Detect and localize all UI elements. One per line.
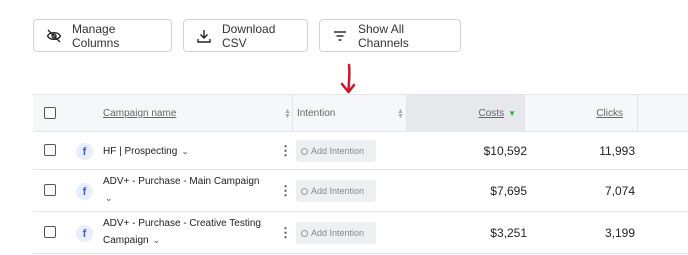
- clicks-cell: 7,074: [604, 184, 635, 198]
- chevron-down-icon[interactable]: ⌄: [153, 235, 161, 245]
- campaign-name[interactable]: HF | Prospecting ⌄: [103, 143, 273, 160]
- intention-header-label: Intention: [297, 108, 336, 119]
- table-row[interactable]: f ADV+ - Purchase - Creative Testing Cam…: [33, 212, 688, 254]
- add-intention-button[interactable]: Add Intention: [296, 222, 376, 244]
- row-checkbox[interactable]: [44, 226, 56, 238]
- chevron-down-icon[interactable]: ⌄: [105, 193, 113, 203]
- table-row[interactable]: f HF | Prospecting ⌄ ⋮ Add Intention $10,…: [33, 132, 688, 170]
- column-header-costs[interactable]: Costs ▼: [407, 95, 524, 132]
- circle-icon: [301, 229, 308, 237]
- table-header: Campaign name ▲ ▼ Intention ▲ ▼ Costs ▼ Cl…: [33, 94, 688, 132]
- eye-off-icon: [46, 29, 62, 42]
- table-row[interactable]: f ADV+ - Purchase - Main Campaign ⌄ ⋮ Add…: [33, 170, 688, 212]
- annotation-arrow-icon: [340, 63, 356, 94]
- filter-icon: [334, 30, 346, 41]
- circle-icon: [301, 187, 308, 195]
- column-header-intention[interactable]: Intention: [297, 95, 335, 132]
- column-divider[interactable]: [637, 95, 638, 132]
- facebook-icon: f: [76, 143, 93, 160]
- more-options-icon[interactable]: ⋮: [279, 144, 292, 157]
- sort-arrows-icon[interactable]: ▲ ▼: [284, 108, 291, 120]
- clicks-header-label: Clicks: [596, 108, 623, 119]
- chevron-down-icon[interactable]: ⌄: [181, 146, 189, 156]
- column-header-clicks[interactable]: Clicks: [525, 95, 623, 132]
- costs-cell: $10,592: [483, 144, 527, 158]
- campaign-name[interactable]: ADV+ - Purchase - Main Campaign ⌄: [103, 174, 273, 207]
- row-checkbox[interactable]: [44, 184, 56, 196]
- manage-columns-label: Manage Columns: [72, 21, 120, 50]
- campaign-name-text: HF | Prospecting: [103, 146, 178, 157]
- campaign-name-text: ADV+ - Purchase - Creative Testing Campa…: [103, 218, 261, 246]
- costs-header-label: Costs: [478, 108, 505, 119]
- add-intention-label: Add Intention: [311, 228, 365, 238]
- select-all-checkbox[interactable]: [44, 107, 56, 119]
- column-header-campaign-name[interactable]: Campaign name: [103, 95, 176, 132]
- manage-columns-button[interactable]: Manage Columns: [33, 19, 172, 52]
- show-all-channels-button[interactable]: Show All Channels: [319, 19, 461, 52]
- add-intention-button[interactable]: Add Intention: [296, 180, 376, 202]
- campaign-name[interactable]: ADV+ - Purchase - Creative Testing Campa…: [103, 216, 273, 249]
- show-all-channels-label: Show All Channels: [358, 21, 409, 50]
- add-intention-label: Add Intention: [311, 186, 365, 196]
- more-options-icon[interactable]: ⋮: [279, 226, 292, 239]
- facebook-icon: f: [76, 225, 93, 242]
- row-checkbox[interactable]: [44, 144, 56, 156]
- download-csv-button[interactable]: Download CSV: [183, 19, 308, 52]
- column-divider[interactable]: [292, 95, 293, 132]
- campaign-name-text: ADV+ - Purchase - Main Campaign: [103, 176, 260, 187]
- campaign-name-header-label: Campaign name: [103, 108, 177, 119]
- costs-cell: $7,695: [490, 184, 527, 198]
- download-icon: [197, 29, 211, 43]
- clicks-cell: 11,993: [599, 144, 635, 158]
- circle-icon: [301, 147, 308, 155]
- download-csv-label: Download CSV: [222, 21, 276, 50]
- add-intention-button[interactable]: Add Intention: [296, 140, 376, 162]
- clicks-cell: 3,199: [604, 226, 635, 240]
- add-intention-label: Add Intention: [311, 146, 365, 156]
- more-options-icon[interactable]: ⋮: [279, 184, 292, 197]
- sort-desc-icon: ▼: [508, 109, 516, 118]
- sort-arrows-icon[interactable]: ▲ ▼: [397, 108, 404, 120]
- costs-cell: $3,251: [490, 226, 527, 240]
- facebook-icon: f: [76, 183, 93, 200]
